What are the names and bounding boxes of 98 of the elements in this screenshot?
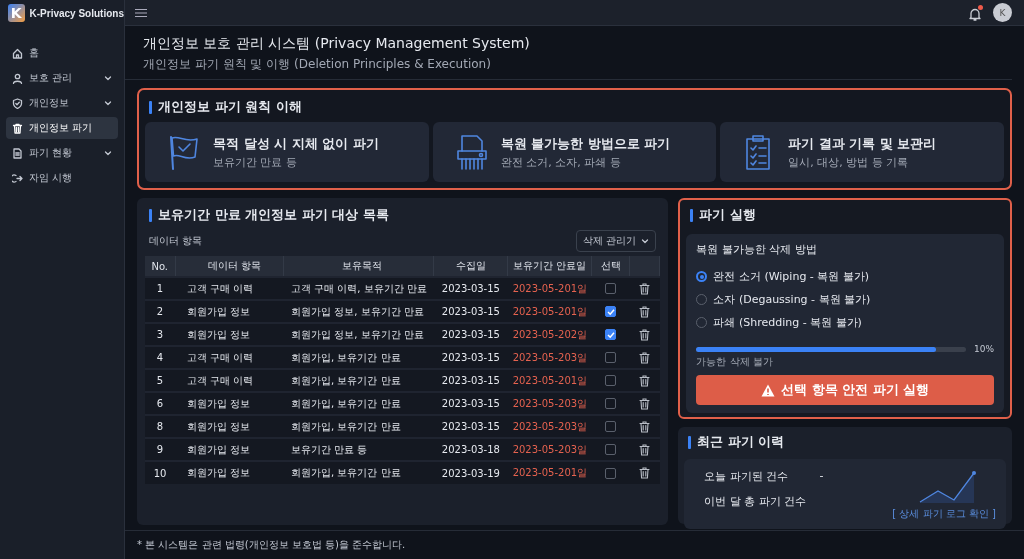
progress-reading: 10%: [974, 344, 994, 354]
trash-icon[interactable]: [639, 282, 651, 295]
table-cell: 6: [145, 392, 175, 415]
table-cell: 회원가입, 보유기간 만료: [283, 369, 434, 392]
sidebar-item[interactable]: 개인정보 파기: [6, 117, 118, 139]
table-cell: 회원가입, 보유기간 만료: [283, 346, 434, 369]
row-checkbox[interactable]: [605, 306, 617, 318]
user-avatar[interactable]: K: [993, 3, 1012, 22]
table-cell: 2023-05-201일: [507, 461, 592, 484]
chevron-icon: [104, 149, 112, 157]
home-icon: [12, 47, 23, 59]
person-icon: [12, 72, 23, 84]
table-cell: 4: [145, 346, 175, 369]
table-cell: 회원가입 정보: [175, 438, 283, 461]
warning-icon: [761, 383, 776, 397]
sidebar-item[interactable]: 자임 시행: [6, 167, 118, 189]
table-cell: 회원가입 정보, 보유기간 만료: [283, 323, 434, 346]
shield-check-icon: [12, 97, 23, 109]
card-description: 보유기간 만료 등: [213, 154, 298, 170]
card-title: 복원 불가능한 방법으로 파기: [500, 134, 671, 153]
table-cell: 9: [145, 438, 175, 461]
trash-icon[interactable]: [639, 397, 651, 410]
row-checkbox[interactable]: [605, 329, 617, 341]
table-cell: 고객 구매 이력, 보유기간 만료: [283, 277, 434, 300]
table-cell: 회원가입 정보: [175, 300, 283, 323]
sidebar-item[interactable]: 보호 관리: [6, 67, 118, 89]
page-title: 개인정보 보호 관리 시스템 (Privacy Management System): [143, 35, 531, 53]
trash-icon[interactable]: [639, 420, 651, 433]
document-icon: [12, 147, 23, 159]
trash-icon[interactable]: [639, 443, 651, 456]
table-cell: 고객 구매 이력: [175, 277, 283, 300]
execute-button[interactable]: 선택 항목 안전 파기 실행: [696, 375, 994, 405]
radio-option[interactable]: 완전 소거 (Wiping - 복원 불가): [696, 265, 870, 288]
stat-label: 오늘 파기된 건수: [704, 469, 790, 484]
filter-dropdown[interactable]: 삭제 관리기: [576, 230, 657, 252]
radio-button[interactable]: [696, 271, 708, 282]
table-cell: 회원가입 정보: [175, 392, 283, 415]
table-cell: 고객 구매 이력: [175, 369, 283, 392]
trash-icon: [12, 122, 23, 134]
chevron-icon: [641, 237, 650, 245]
row-checkbox[interactable]: [605, 375, 617, 387]
row-checkbox[interactable]: [605, 467, 617, 479]
stat-label: 이번 달 총 파기 건수: [704, 494, 808, 509]
card-title: 목적 달성 시 지체 없이 파기: [213, 134, 379, 153]
radio-option[interactable]: 파쇄 (Shredding - 복원 불가): [696, 311, 862, 334]
section-title: 파기 실행: [699, 206, 756, 224]
table-cell: 회원가입, 보유기간 만료: [283, 392, 434, 415]
section-title: 보유기간 만료 개인정보 파기 대상 목록: [158, 206, 389, 224]
table-cell: 8: [145, 415, 175, 438]
chevron-icon: [104, 99, 112, 107]
trash-icon[interactable]: [639, 374, 651, 387]
table-cell: 보유기간 만료 등: [283, 438, 434, 461]
app-name: K-Privacy Solutions: [29, 7, 124, 19]
trash-icon[interactable]: [639, 305, 651, 318]
page-subtitle: 개인정보 파기 원칙 및 이행 (Deletion Principles & Execution): [143, 56, 492, 73]
sidebar-item[interactable]: 파기 현황: [6, 142, 118, 164]
sign-out-icon: [12, 172, 23, 184]
card-title: 파기 결과 기록 및 보관리: [788, 134, 937, 153]
table-cell: 회원가입, 보유기간 만료: [283, 461, 434, 484]
table-cell: 10: [145, 461, 175, 484]
chevron-icon: [104, 74, 112, 82]
sidebar-item[interactable]: 개인정보: [6, 92, 118, 114]
row-checkbox[interactable]: [605, 444, 617, 456]
table-cell: 3: [145, 323, 175, 346]
stat-value: -: [819, 469, 824, 484]
table-cell: 2023-03-19: [433, 461, 508, 484]
section-title: 개인정보 파기 원칙 이해: [158, 98, 302, 116]
sparkline-chart: [918, 469, 978, 505]
radio-option[interactable]: 소자 (Degaussing - 복원 불가): [696, 288, 871, 311]
table-cell: 2: [145, 300, 175, 323]
row-checkbox[interactable]: [605, 352, 617, 364]
table-cell: 회원가입 정보, 보유기간 만료: [283, 300, 434, 323]
trash-icon[interactable]: [639, 328, 651, 341]
notification-bell-icon[interactable]: [969, 5, 983, 20]
trash-icon[interactable]: [639, 351, 651, 364]
section-title: 최근 파기 이력: [697, 433, 785, 451]
progress-caption: 가능한 삭제 불가: [696, 355, 774, 369]
method-title: 복원 불가능한 삭제 방법: [696, 242, 818, 257]
table-cell: 1: [145, 277, 175, 300]
table-cell: 회원가입 정보: [175, 323, 283, 346]
menu-icon[interactable]: [135, 7, 147, 18]
table-cell: 회원가입 정보: [175, 461, 283, 484]
sidebar-item[interactable]: 홈: [6, 42, 118, 64]
column-header: No.: [145, 256, 175, 277]
table-cell: 회원가입, 보유기간 만료: [283, 415, 434, 438]
table-cell: 5: [145, 369, 175, 392]
card-description: 일시, 대상, 방법 등 기록: [788, 154, 910, 170]
card-description: 완전 소거, 소자, 파쇄 등: [500, 154, 622, 170]
footer-note: * 본 시스템은 관련 법령(개인정보 보호법 등)을 준수합니다.: [137, 538, 406, 552]
filter-label: 데이터 항목: [149, 234, 203, 248]
app-logo: K: [8, 4, 25, 22]
row-checkbox[interactable]: [605, 421, 617, 433]
table-cell: 고객 구매 이력: [175, 346, 283, 369]
table-cell: 회원가입 정보: [175, 415, 283, 438]
log-detail-link[interactable]: [ 상세 파기 로그 확인 ]: [892, 507, 996, 521]
trash-icon[interactable]: [639, 467, 651, 479]
row-checkbox[interactable]: [605, 283, 617, 295]
row-checkbox[interactable]: [605, 398, 617, 410]
